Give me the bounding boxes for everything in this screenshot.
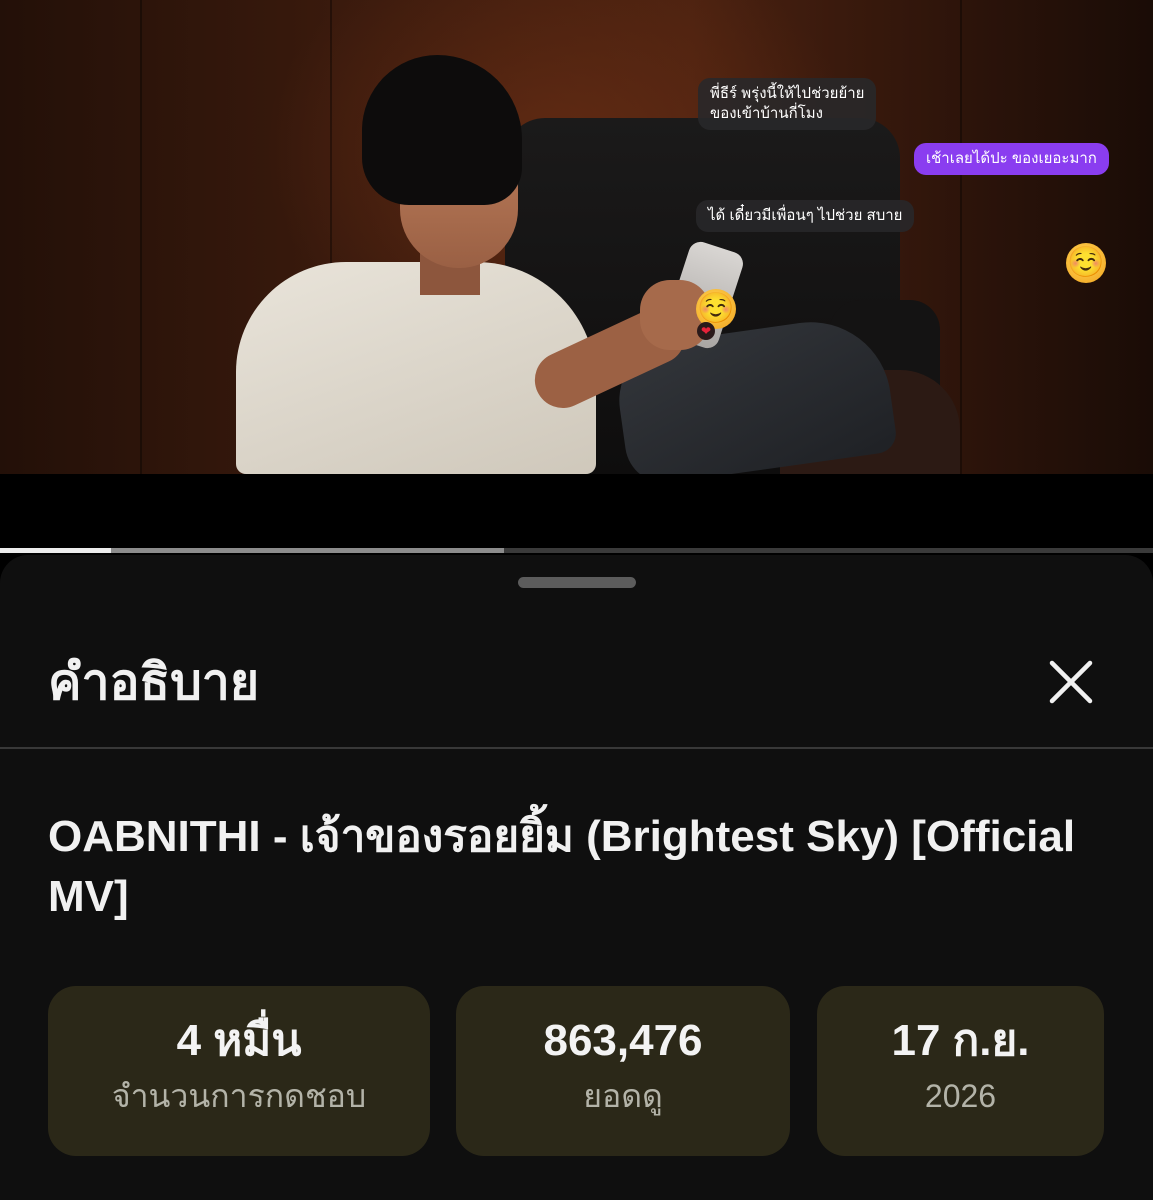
wall-panel-line xyxy=(140,0,142,474)
video-player[interactable]: พี่ธีร์ พรุ่งนี้ให้ไปช่วยย้าย ของเข้าบ้า… xyxy=(0,0,1153,474)
stat-label: ยอดดู xyxy=(583,1078,663,1114)
stat-views: 863,476 ยอดดู xyxy=(456,986,790,1156)
stat-likes: 4 หมื่น จำนวนการกดชอบ xyxy=(48,986,430,1156)
video-scene-hair xyxy=(362,55,522,205)
stat-value: 4 หมื่น xyxy=(176,1016,302,1065)
divider xyxy=(0,747,1153,749)
stat-label: 2026 xyxy=(924,1078,997,1114)
stat-value: 863,476 xyxy=(543,1016,703,1065)
smiling-emoji-icon: ☺️ xyxy=(1066,243,1106,283)
video-title: OABNITHI - เจ้าของรอยยิ้ม (Brightest Sky… xyxy=(48,812,1076,921)
sheet-title: คำอธิบาย xyxy=(48,654,260,710)
video-page: พี่ธีร์ พรุ่งนี้ให้ไปช่วยย้าย ของเข้าบ้า… xyxy=(0,0,1153,1200)
chat-bubble-purple: เช้าเลยได้ปะ ของเยอะมาก xyxy=(914,143,1109,175)
video-progress-bar[interactable] xyxy=(0,548,1153,553)
stat-label: จำนวนการกดชอบ xyxy=(111,1078,367,1114)
progress-played xyxy=(0,548,111,553)
wall-panel-line xyxy=(960,0,962,474)
stat-date: 17 ก.ย. 2026 xyxy=(817,986,1104,1156)
chat-bubble: ได้ เดี๋ยวมีเพื่อนๆ ไปช่วย สบาย xyxy=(696,200,915,232)
drag-handle[interactable] xyxy=(518,577,636,588)
heart-icon: ❤ xyxy=(697,322,715,340)
description-sheet: คำอธิบาย OABNITHI - เจ้าของรอยยิ้ม (Brig… xyxy=(0,555,1153,1200)
chat-bubble: พี่ธีร์ พรุ่งนี้ให้ไปช่วยย้าย ของเข้าบ้า… xyxy=(698,78,877,130)
close-button[interactable] xyxy=(1040,651,1102,713)
close-icon xyxy=(1049,660,1093,704)
stat-value: 17 ก.ย. xyxy=(891,1016,1030,1065)
